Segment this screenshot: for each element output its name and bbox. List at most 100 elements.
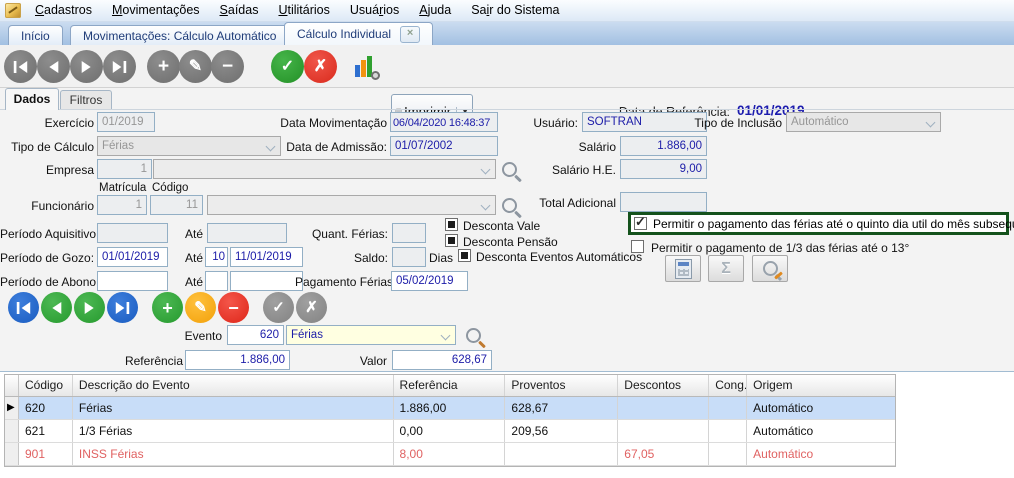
event-confirm-button[interactable]: ✓ — [263, 292, 294, 323]
tab-filtros[interactable]: Filtros — [60, 90, 112, 110]
tab-dados[interactable]: Dados — [5, 88, 59, 110]
last-record-button[interactable] — [103, 50, 136, 83]
next-record-button[interactable] — [70, 50, 103, 83]
periodo-abono-fim-field[interactable] — [230, 271, 303, 291]
cell-cong — [709, 443, 747, 465]
column-header-referencia[interactable]: Referência — [394, 375, 506, 396]
desconta-vale-checkbox[interactable] — [445, 218, 458, 231]
tipo-inclusao-dropdown[interactable]: Automático — [786, 112, 941, 132]
salario-he-field[interactable]: 9,00 — [620, 159, 707, 179]
pagamento-ferias-field[interactable]: 05/02/2019 — [391, 271, 468, 291]
column-header-cong[interactable]: Cong. — [709, 375, 747, 396]
event-remove-button[interactable]: − — [218, 292, 249, 323]
last-record-icon — [115, 302, 130, 314]
ate-label: Até — [183, 275, 203, 289]
quant-ferias-field[interactable] — [392, 223, 426, 243]
menu-item-utilitarios[interactable]: Utilitários — [268, 0, 339, 21]
table-row-selected[interactable]: ▶ 620 Férias 1.886,00 628,67 Automático — [5, 397, 895, 420]
main-toolbar: + ✎ − ✓ ✗ Imprimir ▼ Data de Referência:… — [0, 45, 1014, 88]
evento-codigo-field[interactable]: 620 — [227, 325, 284, 345]
chevron-down-icon — [926, 118, 936, 128]
event-cancel-button[interactable]: ✗ — [296, 292, 327, 323]
column-header-descontos[interactable]: Descontos — [618, 375, 709, 396]
tab-calculo-individual[interactable]: Cálculo Individual × — [284, 22, 433, 45]
chart-settings-button[interactable] — [353, 53, 381, 80]
periodo-gozo-dias-field[interactable]: 10 — [205, 247, 228, 267]
event-first-button[interactable] — [8, 292, 39, 323]
edit-button[interactable]: ✎ — [179, 50, 212, 83]
total-adicional-field[interactable] — [620, 192, 707, 212]
event-previous-button[interactable] — [41, 292, 72, 323]
desconta-pensao-checkbox[interactable] — [445, 234, 458, 247]
menu-item-ajuda[interactable]: Ajuda — [409, 0, 461, 21]
event-edit-button[interactable]: ✎ — [185, 292, 216, 323]
cell-descricao: INSS Férias — [73, 443, 394, 465]
evento-search-icon[interactable] — [466, 328, 481, 343]
empresa-dropdown[interactable] — [153, 159, 496, 179]
confirm-button[interactable]: ✓ — [271, 50, 304, 83]
exercicio-field[interactable]: 01/2019 — [97, 112, 155, 132]
permitir-quinto-dia-checkbox[interactable]: ✓ — [634, 217, 647, 230]
event-next-button[interactable] — [74, 292, 105, 323]
periodo-aquisitivo-fim-field[interactable] — [207, 223, 287, 243]
cancel-button[interactable]: ✗ — [304, 50, 337, 83]
event-add-button[interactable]: + — [152, 292, 183, 323]
cell-descricao: 1/3 Férias — [73, 420, 394, 442]
row-marker-cell — [5, 420, 19, 442]
tipo-calculo-dropdown[interactable]: Férias — [97, 136, 281, 156]
cell-descricao: Férias — [73, 397, 394, 419]
add-button[interactable]: + — [147, 50, 180, 83]
column-header-origem[interactable]: Origem — [747, 375, 895, 396]
previous-record-button[interactable] — [37, 50, 70, 83]
desconta-pensao-label: Desconta Pensão — [463, 235, 558, 249]
column-header-codigo[interactable]: Código — [19, 375, 73, 396]
close-tab-icon[interactable]: × — [400, 26, 420, 43]
table-row[interactable]: 901 INSS Férias 8,00 67,05 Automático — [5, 443, 895, 466]
empresa-codigo-field[interactable]: 1 — [97, 159, 152, 179]
calculate-button[interactable] — [665, 255, 701, 282]
cell-origem: Automático — [747, 420, 895, 442]
salario-field[interactable]: 1.886,00 — [620, 136, 707, 156]
chart-bar-icon — [355, 65, 360, 77]
periodo-abono-inicio-field[interactable] — [97, 271, 168, 291]
periodo-aquisitivo-inicio-field[interactable] — [97, 223, 168, 243]
cell-referencia: 1.886,00 — [394, 397, 506, 419]
referencia-field[interactable]: 1.886,00 — [185, 350, 290, 370]
menu-item-saidas[interactable]: Saídas — [210, 0, 269, 21]
checkbox-filled-icon — [448, 237, 455, 244]
valor-field[interactable]: 628,67 — [392, 350, 492, 370]
periodo-gozo-fim-field[interactable]: 11/01/2019 — [230, 247, 303, 267]
tab-inicio[interactable]: Início — [8, 25, 63, 45]
periodo-gozo-inicio-field[interactable]: 01/01/2019 — [97, 247, 168, 267]
plus-icon: + — [162, 299, 173, 317]
first-record-button[interactable] — [4, 50, 37, 83]
exercicio-label: Exercício — [10, 116, 94, 130]
saldo-field[interactable] — [392, 247, 426, 267]
funcionario-codigo-field[interactable]: 11 — [150, 195, 203, 215]
remove-button[interactable]: − — [211, 50, 244, 83]
funcionario-dropdown[interactable] — [207, 195, 496, 215]
evento-dropdown[interactable]: Férias — [286, 325, 456, 345]
tab-calculo-automatico[interactable]: Movimentações: Cálculo Automático — [70, 25, 289, 45]
periodo-abono-dias-field[interactable] — [205, 271, 228, 291]
menu-item-usuarios[interactable]: Usuários — [340, 0, 409, 21]
data-admissao-field[interactable]: 01/07/2002 — [390, 136, 498, 156]
menu-item-cadastros[interactable]: Cadastros — [25, 0, 102, 21]
menu-item-movimentacoes[interactable]: Movimentações — [102, 0, 210, 21]
row-marker-cell: ▶ — [5, 397, 19, 419]
event-last-button[interactable] — [107, 292, 138, 323]
column-header-proventos[interactable]: Proventos — [505, 375, 618, 396]
permitir-quinto-dia-highlight: ✓ Permitir o pagamento das férias até o … — [628, 212, 1009, 235]
menu-item-sair-do-sistema[interactable]: Sair do Sistema — [461, 0, 569, 21]
preview-button[interactable] — [752, 255, 788, 282]
permitir-terco-checkbox[interactable] — [631, 240, 644, 253]
usuario-field[interactable]: SOFTRAN — [582, 112, 707, 132]
totalize-button[interactable]: Σ — [708, 255, 744, 282]
desconta-eventos-checkbox[interactable] — [458, 249, 471, 262]
pencil-icon: ✎ — [194, 300, 207, 315]
table-header-row: Código Descrição do Evento Referência Pr… — [5, 375, 895, 397]
table-row[interactable]: 621 1/3 Férias 0,00 209,56 Automático — [5, 420, 895, 443]
funcionario-matricula-field[interactable]: 1 — [97, 195, 147, 215]
first-record-icon — [16, 302, 31, 314]
column-header-descricao[interactable]: Descrição do Evento — [73, 375, 394, 396]
